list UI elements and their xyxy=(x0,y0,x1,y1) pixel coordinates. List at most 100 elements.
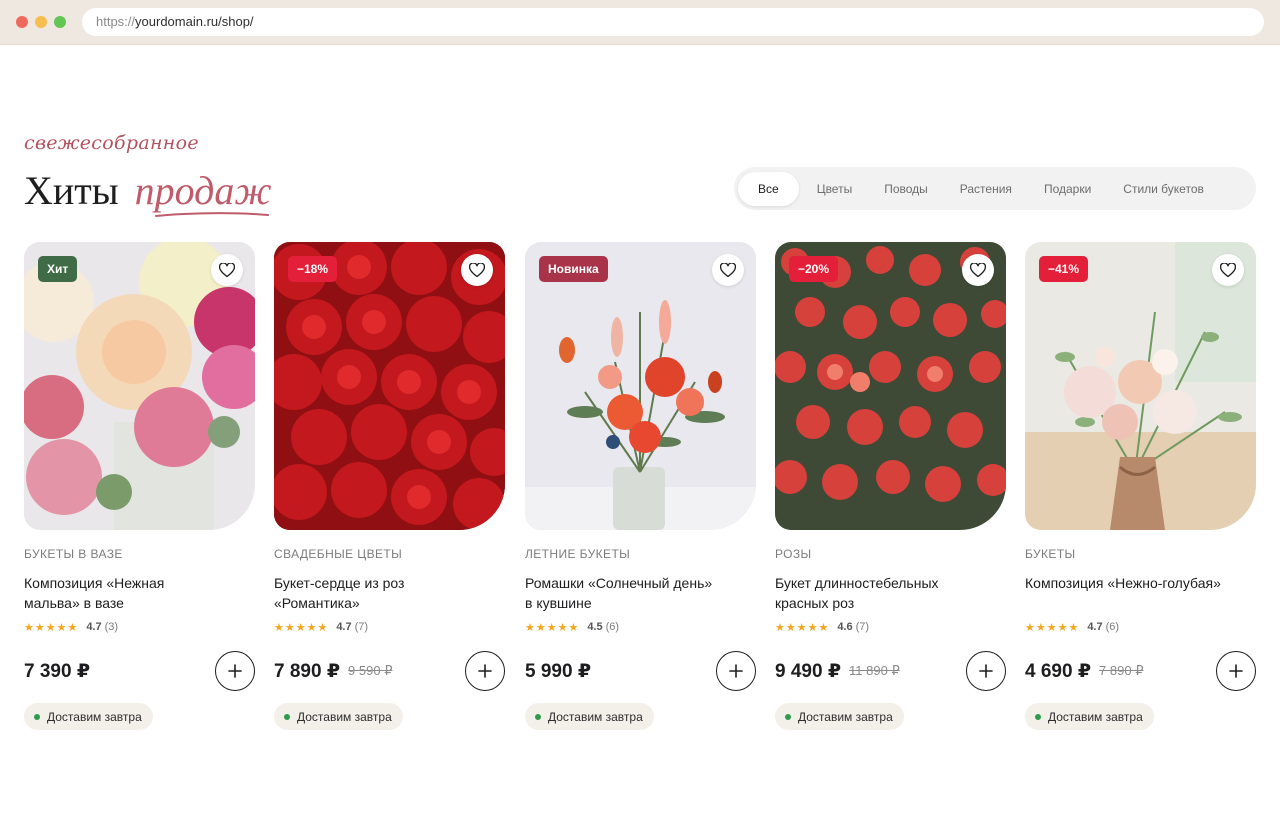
product-card[interactable]: −20% Розы Букет длинностебельных красных… xyxy=(775,242,1006,730)
review-count: (6) xyxy=(1105,621,1120,633)
rating-value: 4.7 xyxy=(86,621,102,633)
heart-icon xyxy=(720,262,736,277)
add-to-cart-button[interactable] xyxy=(215,651,255,691)
minimize-window-button[interactable] xyxy=(35,16,47,28)
status-dot-icon xyxy=(284,713,290,720)
old-price: 9 590 ₽ xyxy=(348,663,393,678)
product-image[interactable]: Хит xyxy=(24,242,255,530)
add-to-cart-button[interactable] xyxy=(1216,651,1256,691)
status-dot-icon xyxy=(34,713,40,720)
product-image[interactable]: −18% xyxy=(274,242,505,530)
product-rating: ★★★★★ 4.6 (7) xyxy=(775,620,1006,634)
product-price: 4 690 ₽ xyxy=(1025,660,1092,682)
star-icon: ★★★★★ xyxy=(274,621,329,634)
plus-icon xyxy=(228,664,242,678)
product-rating: ★★★★★ 4.7 (3) xyxy=(24,620,255,634)
delivery-text: Доставим завтра xyxy=(297,709,392,724)
product-category: Летние букеты xyxy=(525,547,631,561)
delivery-badge: Доставим завтра xyxy=(1025,703,1154,730)
delivery-text: Доставим завтра xyxy=(548,709,643,724)
close-window-button[interactable] xyxy=(16,16,28,28)
product-rating: ★★★★★ 4.5 (6) xyxy=(525,620,756,634)
url-path: yourdomain.ru/shop/ xyxy=(135,14,254,29)
section-kicker: свежесобранное xyxy=(24,132,199,154)
star-icon: ★★★★★ xyxy=(775,621,830,634)
favorite-button[interactable] xyxy=(211,254,243,286)
product-price: 5 990 ₽ xyxy=(525,660,592,682)
product-card[interactable]: Хит Букеты в вазе Композиция «Нежная мал… xyxy=(24,242,255,730)
favorite-button[interactable] xyxy=(962,254,994,286)
favorite-button[interactable] xyxy=(712,254,744,286)
review-count: (3) xyxy=(104,621,119,633)
price-row: 4 690 ₽ 7 890 ₽ xyxy=(1025,651,1256,691)
price-row: 9 490 ₽ 11 890 ₽ xyxy=(775,651,1006,691)
tab-gifts[interactable]: Подарки xyxy=(1028,172,1107,206)
product-price: 7 890 ₽ xyxy=(274,660,341,682)
plus-icon xyxy=(979,664,993,678)
status-dot-icon xyxy=(535,713,541,720)
rating-value: 4.7 xyxy=(1087,621,1103,633)
rating-value: 4.6 xyxy=(837,621,853,633)
plus-icon xyxy=(1229,664,1243,678)
tab-plants[interactable]: Растения xyxy=(944,172,1028,206)
badge-new: Новинка xyxy=(539,256,608,282)
rating-value: 4.5 xyxy=(587,621,603,633)
product-name[interactable]: Ромашки «Солнечный день» в кувшине xyxy=(525,573,715,613)
delivery-badge: Доставим завтра xyxy=(775,703,904,730)
product-name[interactable]: Букет длинностебельных красных роз xyxy=(775,573,965,613)
red-roses-field-photo xyxy=(775,242,1006,530)
section-title-main: Хиты xyxy=(24,168,119,213)
section-title-accent: продаж xyxy=(134,168,272,213)
product-card[interactable]: −41% Букеты Композиция «Нежно-голубая» ★… xyxy=(1025,242,1256,730)
delivery-text: Доставим завтра xyxy=(1048,709,1143,724)
star-icon: ★★★★★ xyxy=(24,621,79,634)
price-row: 7 390 ₽ xyxy=(24,651,255,691)
product-card[interactable]: −18% Свадебные цветы Букет-сердце из роз… xyxy=(274,242,505,730)
product-name[interactable]: Букет-сердце из роз «Романтика» xyxy=(274,573,464,613)
url-scheme: https:// xyxy=(96,14,136,29)
badge-discount: −20% xyxy=(789,256,839,282)
delivery-badge: Доставим завтра xyxy=(525,703,654,730)
product-name[interactable]: Композиция «Нежно-голубая» xyxy=(1025,573,1256,613)
plus-icon xyxy=(729,664,743,678)
product-category: Букеты в вазе xyxy=(24,547,123,561)
plus-icon xyxy=(478,664,492,678)
old-price: 7 890 ₽ xyxy=(1099,663,1144,678)
tab-occasions[interactable]: Поводы xyxy=(868,172,944,206)
add-to-cart-button[interactable] xyxy=(966,651,1006,691)
product-image[interactable]: −41% xyxy=(1025,242,1256,530)
address-bar[interactable]: https://yourdomain.ru/shop/ xyxy=(82,8,1264,36)
add-to-cart-button[interactable] xyxy=(716,651,756,691)
product-category: Розы xyxy=(775,547,812,561)
heart-icon xyxy=(1220,262,1236,277)
product-card[interactable]: Новинка Летние букеты Ромашки «Солнечный… xyxy=(525,242,756,730)
badge-hit: Хит xyxy=(38,256,78,282)
rating-value: 4.7 xyxy=(336,621,352,633)
heart-icon xyxy=(469,262,485,277)
red-roses-heart-photo xyxy=(274,242,505,530)
title-underline-decoration xyxy=(155,212,269,217)
product-rating: ★★★★★ 4.7 (7) xyxy=(274,620,505,634)
product-price: 7 390 ₽ xyxy=(24,660,91,682)
review-count: (6) xyxy=(605,621,620,633)
product-image[interactable]: −20% xyxy=(775,242,1006,530)
tab-all[interactable]: Все xyxy=(738,171,799,206)
review-count: (7) xyxy=(855,621,870,633)
product-image[interactable]: Новинка xyxy=(525,242,756,530)
delivery-text: Доставим завтра xyxy=(47,709,142,724)
pastel-bouquet-photo xyxy=(1025,242,1256,530)
tab-flowers[interactable]: Цветы xyxy=(801,172,869,206)
add-to-cart-button[interactable] xyxy=(465,651,505,691)
tab-bouquet-styles[interactable]: Стили букетов xyxy=(1107,172,1220,206)
favorite-button[interactable] xyxy=(461,254,493,286)
star-icon: ★★★★★ xyxy=(525,621,580,634)
product-rating: ★★★★★ 4.7 (6) xyxy=(1025,620,1256,634)
delivery-text: Доставим завтра xyxy=(798,709,893,724)
heart-icon xyxy=(219,262,235,277)
maximize-window-button[interactable] xyxy=(54,16,66,28)
section-title: Хиты продаж xyxy=(24,167,272,217)
product-name[interactable]: Композиция «Нежная мальва» в вазе xyxy=(24,573,214,613)
favorite-button[interactable] xyxy=(1212,254,1244,286)
category-tabs: Все Цветы Поводы Растения Подарки Стили … xyxy=(734,167,1256,210)
status-dot-icon xyxy=(785,713,791,720)
